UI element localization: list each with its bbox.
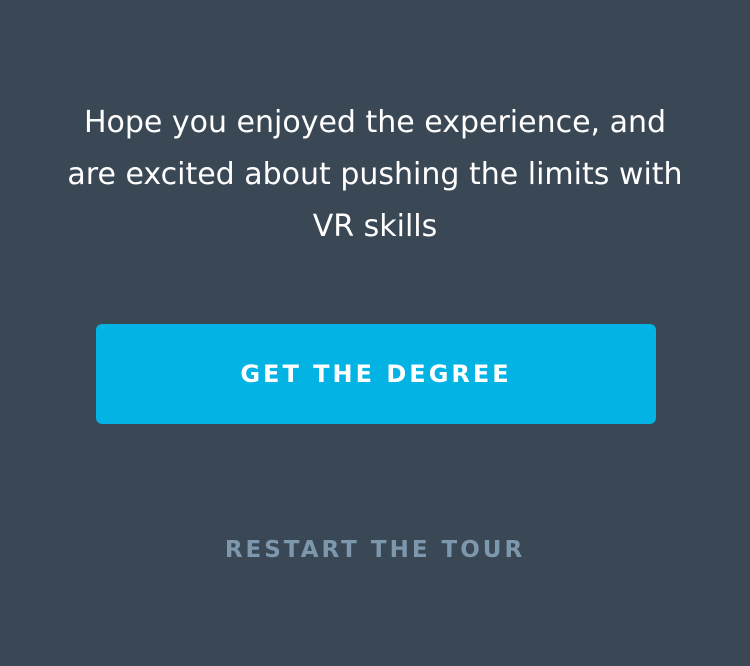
restart-tour-link[interactable]: RESTART THE TOUR bbox=[175, 530, 575, 570]
get-the-degree-button[interactable]: GET THE DEGREE bbox=[96, 324, 656, 424]
completion-panel: Hope you enjoyed the experience, and are… bbox=[0, 0, 750, 666]
completion-message: Hope you enjoyed the experience, and are… bbox=[67, 105, 683, 244]
